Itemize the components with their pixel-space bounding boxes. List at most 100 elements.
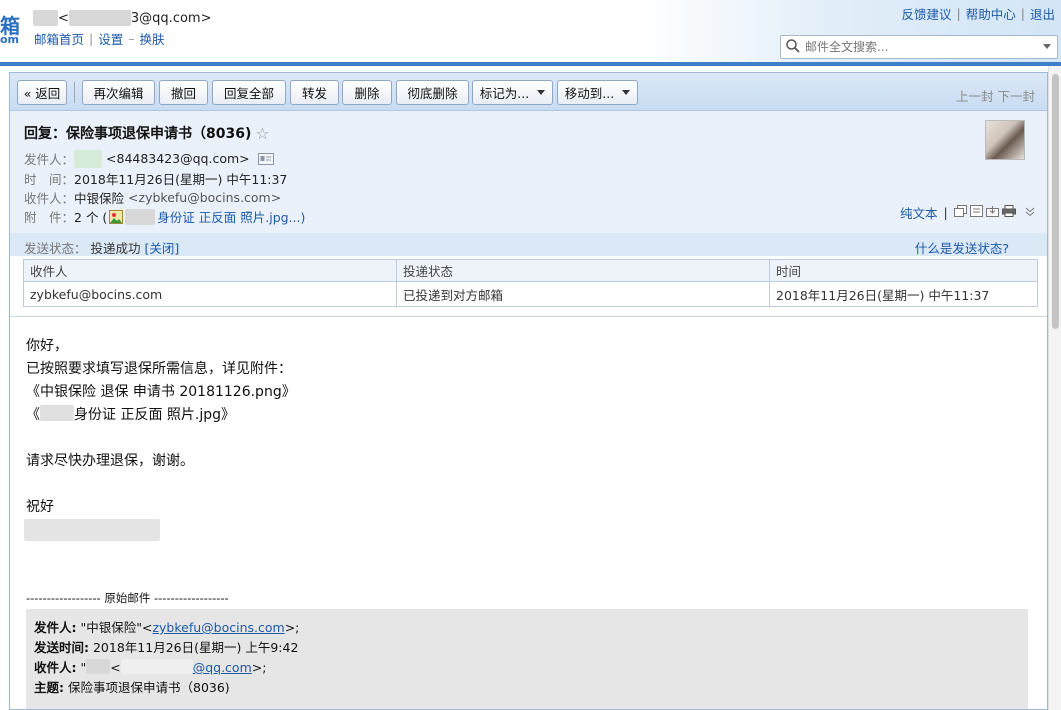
- back-button[interactable]: « 返回: [17, 80, 67, 105]
- scrollbar-thumb[interactable]: [1052, 74, 1059, 329]
- redacted-recipient-name: [86, 659, 111, 674]
- redacted-recipient-email: [120, 659, 193, 674]
- plain-text-link[interactable]: 纯文本: [900, 203, 938, 222]
- link-feedback[interactable]: 反馈建议: [902, 4, 952, 23]
- body-line-prefix: 《: [26, 407, 40, 423]
- orig-subject-value: 保险事项退保申请书（8036): [67, 680, 230, 695]
- orig-subject-label: 主题:: [34, 680, 64, 695]
- redacted-email-local: [68, 10, 131, 26]
- orig-from-label: 发件人:: [34, 620, 77, 635]
- what-is-status-link[interactable]: 什么是发送状态?: [915, 238, 1009, 257]
- mark-as-dropdown[interactable]: 标记为...: [472, 80, 553, 105]
- link-separator: |: [89, 31, 94, 46]
- recipient-name[interactable]: 中银保险: [74, 188, 124, 207]
- chevron-down-icon[interactable]: [1025, 205, 1035, 220]
- user-email-suffix: 3@qq.com>: [130, 10, 212, 26]
- cell-delivery-status: 已投递到对方邮箱: [396, 281, 770, 307]
- top-header: 箱 om < 3@qq.com> 邮箱首页 | 设置 – 换肤 反馈建议 | 帮…: [0, 0, 1061, 66]
- orig-to-email-link[interactable]: @qq.com: [193, 660, 252, 675]
- orig-from-email-link[interactable]: zybkefu@bocins.com: [152, 620, 284, 635]
- re-edit-button[interactable]: 再次编辑: [82, 80, 155, 105]
- toolbar-divider: [74, 82, 75, 103]
- search-options-dropdown-icon[interactable]: [1043, 44, 1051, 49]
- time-value: 2018年11月26日(星期一) 中午11:37: [74, 172, 288, 187]
- body-line: 祝好: [26, 499, 54, 515]
- move-to-dropdown[interactable]: 移动到...: [557, 80, 638, 105]
- search-input[interactable]: [803, 37, 1033, 57]
- orig-from-row: 发件人: "中银保险"<zybkefu@bocins.com>;: [34, 618, 1020, 638]
- redacted-signature: [24, 519, 160, 541]
- body-line: [26, 473, 296, 496]
- recipient-email[interactable]: <zybkefu@bocins.com>: [128, 190, 281, 205]
- delete-permanently-button[interactable]: 彻底删除: [396, 80, 469, 105]
- delete-button[interactable]: 删除: [342, 80, 392, 105]
- new-window-icon[interactable]: [953, 205, 967, 220]
- time-row: 时 间： 2018年11月26日(星期一) 中午11:37: [24, 169, 287, 188]
- prev-mail-link[interactable]: 上一封: [956, 86, 994, 105]
- link-help[interactable]: 帮助中心: [966, 4, 1016, 23]
- view-options: 纯文本 |: [900, 203, 1035, 222]
- user-account: < 3@qq.com>: [33, 10, 211, 26]
- recall-button[interactable]: 撤回: [159, 80, 208, 105]
- orig-to-tail: >;: [251, 660, 267, 675]
- cell-time: 2018年11月26日(星期一) 中午11:37: [769, 281, 1038, 307]
- link-logout[interactable]: 退出: [1030, 4, 1055, 23]
- print-icon[interactable]: [1001, 205, 1016, 220]
- link-separator: |: [956, 6, 961, 21]
- body-line: 已按照要求填写退保所需信息，详见附件：: [26, 361, 292, 377]
- orig-subject-row: 主题: 保险事项退保申请书（8036): [34, 678, 1020, 698]
- close-status-link[interactable]: [关闭]: [145, 241, 180, 256]
- column-delivery-status: 投递状态: [396, 259, 770, 282]
- attachment-label: 附 件：: [24, 210, 75, 225]
- body-line: [24, 519, 296, 542]
- redacted-username: [33, 10, 58, 26]
- redacted-attachment-owner: [125, 208, 156, 225]
- orig-sent-label: 发送时间:: [34, 640, 89, 655]
- body-line: [26, 427, 296, 450]
- contact-card-icon[interactable]: [257, 152, 274, 165]
- forward-button[interactable]: 转发: [290, 80, 339, 105]
- note-icon[interactable]: [969, 205, 983, 220]
- column-time: 时间: [769, 259, 1038, 282]
- mail-logo-sub: om: [0, 33, 20, 46]
- search-icon[interactable]: [785, 38, 803, 56]
- orig-to-row: 收件人: " < @qq.com>;: [34, 658, 1020, 678]
- body-line-text: 身份证 正反面 照片.jpg》: [74, 407, 236, 423]
- time-label: 时 间：: [24, 172, 75, 187]
- attachment-count[interactable]: 2 个 (: [74, 207, 107, 226]
- sender-email[interactable]: <84483423@qq.com>: [106, 151, 250, 166]
- chevron-down-icon: [622, 90, 631, 95]
- page-scrollbar[interactable]: [1048, 66, 1061, 710]
- mark-as-label: 标记为...: [479, 86, 530, 101]
- next-mail-link[interactable]: 下一封: [997, 86, 1035, 105]
- orig-from-name: "中银保险"<: [80, 620, 153, 635]
- mail-navigation: 上一封 下一封: [956, 86, 1035, 105]
- sender-avatar[interactable]: [985, 120, 1025, 160]
- reply-all-button[interactable]: 回复全部: [212, 80, 286, 105]
- body-line: 请求尽快办理退保，谢谢。: [26, 453, 194, 469]
- account-links: 反馈建议 | 帮助中心 | 退出: [902, 4, 1055, 23]
- delivery-status-value: 投递成功: [90, 241, 141, 256]
- original-mail-divider: ------------------ 原始邮件 ----------------…: [26, 591, 229, 605]
- delivery-status-table: 收件人 投递状态 时间 zybkefu@bocins.com 已投递到对方邮箱 …: [23, 259, 1038, 307]
- delivery-status-bar: 发送状态： 投递成功 [关闭] 什么是发送状态?: [10, 233, 1047, 256]
- star-icon[interactable]: ☆: [255, 124, 269, 143]
- link-mail-home[interactable]: 邮箱首页: [34, 29, 84, 48]
- subject-text: 回复：保险事项退保申请书（8036): [24, 126, 252, 142]
- recipient-label: 收件人：: [24, 191, 75, 206]
- cell-recipient: zybkefu@bocins.com: [23, 281, 397, 307]
- header-body-divider: [10, 316, 1047, 317]
- orig-sent-value: 2018年11月26日(星期一) 上午9:42: [92, 640, 299, 655]
- link-skin[interactable]: 换肤: [140, 29, 165, 48]
- delivery-status: 发送状态： 投递成功 [关闭]: [24, 238, 179, 257]
- mail-toolbar: « 返回 再次编辑 撤回 回复全部 转发 删除 彻底删除 标记为... 移动到.…: [10, 73, 1047, 111]
- original-mail-quote: 发件人: "中银保险"<zybkefu@bocins.com>; 发送时间: 2…: [26, 609, 1028, 709]
- orig-from-tail: >;: [284, 620, 300, 635]
- header-divider: [0, 62, 1061, 66]
- download-icon[interactable]: [985, 205, 999, 220]
- attachment-name[interactable]: 身份证 正反面 照片.jpg...): [157, 207, 305, 226]
- redacted-name: [40, 405, 74, 421]
- orig-to-label: 收件人:: [34, 660, 77, 675]
- redacted-sender-name: [74, 149, 103, 168]
- link-settings[interactable]: 设置: [98, 29, 123, 48]
